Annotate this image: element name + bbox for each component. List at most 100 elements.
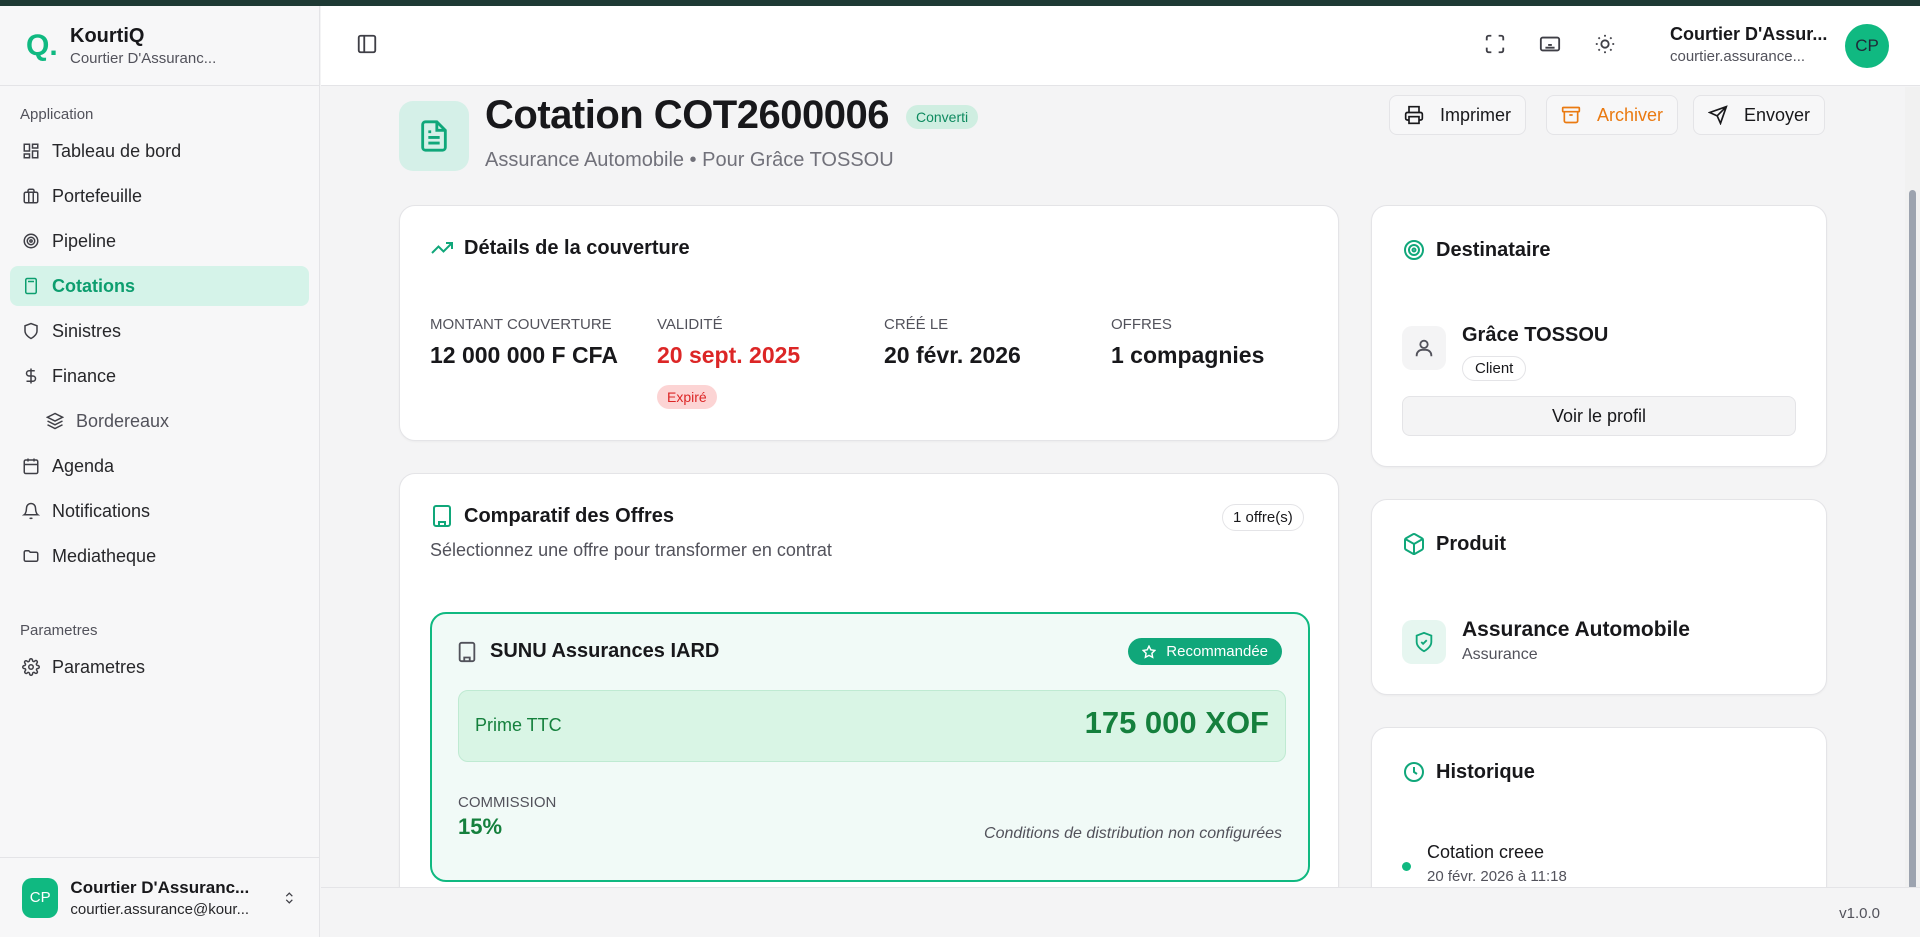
sidebar-item-sinistres[interactable]: Sinistres xyxy=(10,311,309,351)
chevrons-up-down-icon xyxy=(286,891,294,904)
briefcase-icon xyxy=(23,188,39,204)
view-profile-button[interactable]: Voir le profil xyxy=(1402,396,1796,436)
dashboard-icon xyxy=(23,143,39,159)
send-button-label: Envoyer xyxy=(1744,104,1811,125)
archive-button[interactable]: Archiver xyxy=(1546,95,1679,135)
history-card-title: Historique xyxy=(1402,760,1535,784)
recommended-label: Recommandée xyxy=(1166,643,1268,660)
theme-sun-icon[interactable] xyxy=(1594,33,1616,55)
print-button-label: Imprimer xyxy=(1440,104,1511,125)
premium-box: Prime TTC 175 000 XOF xyxy=(458,690,1286,762)
sidebar-item-parametres[interactable]: Parametres xyxy=(10,647,309,687)
sidebar-item-label: Mediatheque xyxy=(52,545,157,566)
header-user-email: courtier.assurance... xyxy=(1670,48,1806,65)
history-dot xyxy=(1402,862,1411,871)
target-icon xyxy=(23,233,39,249)
sidebar-item-portefeuille[interactable]: Portefeuille xyxy=(10,176,309,216)
star-icon xyxy=(1142,644,1157,659)
recipient-card-title: Destinataire xyxy=(1402,238,1551,262)
gear-icon xyxy=(22,658,40,676)
coverage-card-title: Détails de la couverture xyxy=(430,236,690,260)
sidebar-item-cotations[interactable]: Cotations xyxy=(10,266,309,306)
fullscreen-icon[interactable] xyxy=(1484,33,1506,55)
clock-icon xyxy=(1404,762,1424,782)
product-card: Produit Assurance Automobile Assurance xyxy=(1371,499,1827,695)
commission-value: 15% xyxy=(458,814,503,839)
page-subtitle: Assurance Automobile • Pour Grâce TOSSOU xyxy=(485,149,894,171)
premium-label: Prime TTC xyxy=(475,715,562,735)
calendar-icon xyxy=(23,458,39,475)
shield-icon xyxy=(24,322,38,340)
recipient-title-text: Destinataire xyxy=(1436,238,1551,261)
offer-company: SUNU Assurances IARD xyxy=(456,640,719,663)
sidebar-item-label: Sinistres xyxy=(52,320,122,341)
coverage-amount-value: 12 000 000 F CFA xyxy=(430,342,618,368)
sidebar-item-label: Parametres xyxy=(52,656,146,677)
sidebar-item-pipeline[interactable]: Pipeline xyxy=(10,221,309,261)
target-icon xyxy=(1404,240,1424,260)
created-label: CRÉÉ LE xyxy=(884,316,949,333)
product-title-text: Produit xyxy=(1436,532,1506,555)
product-name: Assurance Automobile xyxy=(1462,618,1690,641)
offers-comparison-card: Comparatif des Offres 1 offre(s) Sélecti… xyxy=(399,473,1339,887)
archive-button-label: Archiver xyxy=(1597,104,1664,125)
history-card: Historique Cotation creee 20 févr. 2026 … xyxy=(1371,727,1827,887)
coverage-amount-label: MONTANT COUVERTURE xyxy=(430,316,612,333)
main-scrollbar-thumb[interactable] xyxy=(1909,190,1916,890)
package-icon xyxy=(1404,533,1424,555)
send-button[interactable]: Envoyer xyxy=(1693,95,1826,135)
brand-name: KourtiQ xyxy=(70,24,145,47)
layers-icon xyxy=(46,412,64,430)
page-title: Cotation COT2600006 xyxy=(485,93,889,137)
nav-section-application: Application xyxy=(20,106,94,123)
app-version: v1.0.0 xyxy=(1839,905,1880,922)
comparison-card-title: Comparatif des Offres xyxy=(430,504,674,528)
distribution-conditions-note: Conditions de distribution non configuré… xyxy=(984,825,1282,842)
recipient-card: Destinataire Grâce TOSSOU Client Voir le… xyxy=(1371,205,1827,467)
file-text-icon xyxy=(421,120,447,152)
avatar[interactable]: CP xyxy=(1845,24,1889,68)
sidebar-item-label: Finance xyxy=(52,365,117,386)
building-icon xyxy=(433,505,451,527)
comparison-title-text: Comparatif des Offres xyxy=(464,504,675,527)
keyboard-icon[interactable] xyxy=(1539,33,1561,55)
commission-label: COMMISSION xyxy=(458,794,557,811)
sidebar-toggle-icon[interactable] xyxy=(356,33,378,55)
print-button[interactable]: Imprimer xyxy=(1389,95,1526,135)
sidebar-item-label: Notifications xyxy=(52,500,151,521)
offers-value: 1 compagnies xyxy=(1111,342,1265,368)
user-icon xyxy=(1415,339,1433,357)
trending-up-icon xyxy=(431,242,453,254)
brand[interactable]: Q. KourtiQ Courtier D'Assuranc... xyxy=(0,6,319,86)
app-footer: v1.0.0 xyxy=(321,887,1920,937)
sidebar-item-label: Pipeline xyxy=(52,230,117,251)
sidebar-item-label: Portefeuille xyxy=(52,185,143,206)
sidebar-item-bordereaux[interactable]: Bordereaux xyxy=(10,401,309,441)
shield-check-icon xyxy=(1415,631,1433,653)
sidebar-item-finance[interactable]: Finance xyxy=(10,356,309,396)
nav-section-parametres: Parametres xyxy=(20,622,98,639)
printer-icon xyxy=(1404,105,1424,125)
product-card-title: Produit xyxy=(1402,532,1506,556)
dollar-icon xyxy=(25,368,37,384)
recipient-name: Grâce TOSSOU xyxy=(1462,324,1609,346)
offers-label: OFFRES xyxy=(1111,316,1172,333)
sidebar-item-agenda[interactable]: Agenda xyxy=(10,446,309,486)
sidebar-item-tableau-de-bord[interactable]: Tableau de bord xyxy=(10,131,309,171)
expired-badge: Expiré xyxy=(657,385,717,409)
recommended-badge: Recommandée xyxy=(1128,638,1282,665)
product-type: Assurance xyxy=(1462,646,1538,663)
sidebar-user-menu[interactable]: CP Courtier D'Assuranc... courtier.assur… xyxy=(0,857,319,937)
sidebar-item-notifications[interactable]: Notifications xyxy=(10,491,309,531)
offer-company-name: SUNU Assurances IARD xyxy=(490,640,720,662)
sidebar-item-mediatheque[interactable]: Mediatheque xyxy=(10,536,309,576)
product-badge xyxy=(1402,620,1446,664)
send-icon xyxy=(1708,105,1728,125)
validity-value: 20 sept. 2025 xyxy=(657,342,801,368)
sidebar-item-label: Bordereaux xyxy=(76,410,170,431)
offer-card-sunu[interactable]: SUNU Assurances IARD Recommandée Prime T… xyxy=(430,612,1310,882)
sidebar-user-name: Courtier D'Assuranc... xyxy=(70,877,250,897)
bell-icon xyxy=(22,502,40,520)
header-user-name[interactable]: Courtier D'Assur... xyxy=(1670,24,1830,45)
coverage-card: Détails de la couverture MONTANT COUVERT… xyxy=(399,205,1339,441)
